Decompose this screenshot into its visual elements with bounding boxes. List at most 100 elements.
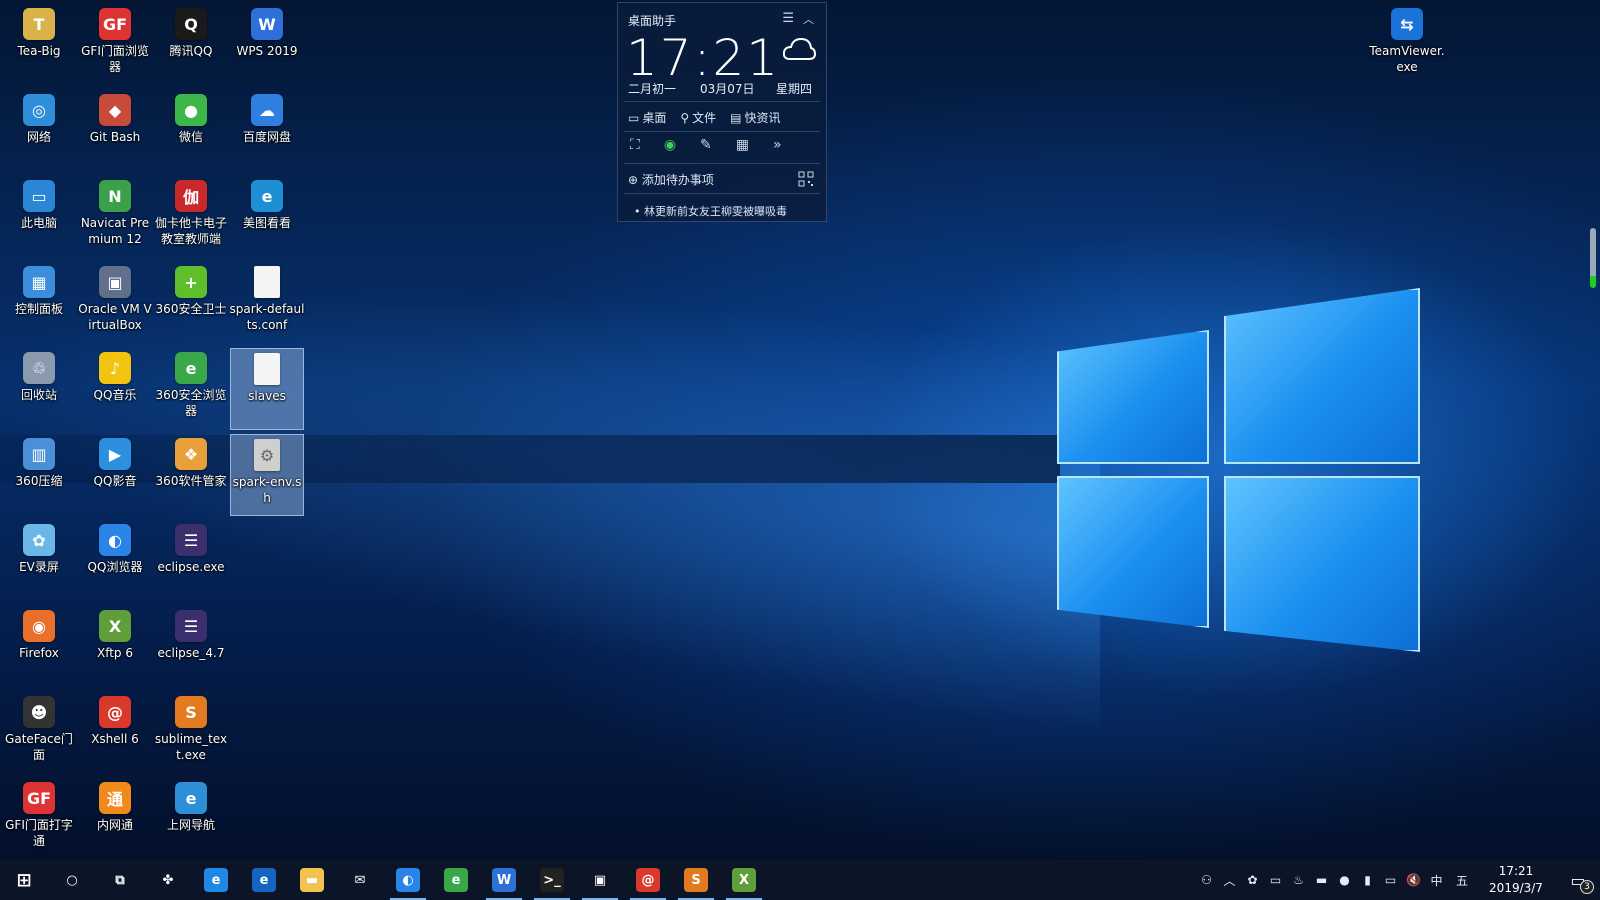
desktop-icon[interactable]: ◎ 网络 <box>2 90 76 172</box>
widget-tab-news[interactable]: ▤ 快资讯 <box>730 109 780 126</box>
desktop-icon[interactable]: GF GFI门面打字通 <box>2 778 76 860</box>
more-chevron-icon[interactable]: » <box>773 137 782 153</box>
edit-note-icon[interactable]: ✎ <box>700 137 712 153</box>
tray-icon-group: ⚇ ︿ ✿ ▭ ♨ ▬ ● ▮ ▭ 🔇 <box>1195 860 1425 900</box>
taskbar-app-virtualbox[interactable]: ▣ <box>576 860 624 900</box>
taskbar-app-ie[interactable]: e <box>192 860 240 900</box>
desktop-icon-label: Firefox <box>19 646 59 660</box>
jiajia-classroom-icon: 伽 <box>175 180 207 212</box>
desktop-icon[interactable]: ❖ 360软件管家 <box>154 434 228 516</box>
widget-tab-desktop[interactable]: ▭ 桌面 <box>628 109 666 126</box>
360-software-icon: ❖ <box>175 438 207 470</box>
desktop-icon[interactable]: GF GFI门面浏览器 <box>78 4 152 86</box>
battery-icon[interactable]: ▮ <box>1356 860 1379 900</box>
desktop-icon[interactable]: T Tea-Big <box>2 4 76 86</box>
gf-typing-icon: GF <box>23 782 55 814</box>
desktop-icon[interactable]: ☁ 百度网盘 <box>230 90 304 172</box>
desktop-icon[interactable]: @ Xshell 6 <box>78 692 152 774</box>
eye-icon[interactable]: ◉ <box>664 137 676 153</box>
desktop-icon[interactable]: 伽伽卡他卡电子教室教师端 <box>154 176 228 258</box>
desktop-icon[interactable]: ▥ 360压缩 <box>2 434 76 516</box>
crop-icon[interactable]: ⛶ <box>630 137 640 153</box>
keyboard-icon[interactable]: ▭ <box>1264 860 1287 900</box>
widget-tab-files[interactable]: ⚲ 文件 <box>680 109 716 126</box>
ime-mode-indicator[interactable]: 五 <box>1448 860 1476 900</box>
cloud-icon[interactable] <box>782 35 816 63</box>
desktop-icon[interactable]: ☰ eclipse.exe <box>154 520 228 602</box>
network-icon[interactable]: ▭ <box>1379 860 1402 900</box>
desktop-icon-label: QQ浏览器 <box>87 560 143 574</box>
taskbar-app-sublime[interactable]: S <box>672 860 720 900</box>
taskbar-app-terminal[interactable]: >_ <box>528 860 576 900</box>
desktop-icon[interactable]: ◉ Firefox <box>2 606 76 688</box>
desktop-icon[interactable]: ♪ QQ音乐 <box>78 348 152 430</box>
web-nav-icon: e <box>175 782 207 814</box>
desktop-icon[interactable]: 通内网通 <box>78 778 152 860</box>
desktop-icon[interactable]: Q 腾讯QQ <box>154 4 228 86</box>
taskbar-app-xshell[interactable]: @ <box>624 860 672 900</box>
desktop-icon[interactable]: ▶ QQ影音 <box>78 434 152 516</box>
ime-indicator[interactable]: 中 <box>1425 860 1448 900</box>
chevron-up-icon[interactable]: ︿ <box>803 11 814 27</box>
desktop-icon[interactable]: e 上网导航 <box>154 778 228 860</box>
taskbar-app-qq-browser-icon: ◐ <box>396 868 420 892</box>
taskbar-app-qq-browser[interactable]: ◐ <box>384 860 432 900</box>
chevron-up-icon[interactable]: ︿ <box>1218 860 1241 900</box>
desktop-icon[interactable]: ♲ 回收站 <box>2 348 76 430</box>
desktop-icon[interactable]: ☻ GateFace门面 <box>2 692 76 774</box>
taskbar-clock[interactable]: 17:21 2019/3/7 <box>1476 863 1556 897</box>
360-guard-icon: + <box>175 266 207 298</box>
calculator-icon[interactable]: ▦ <box>736 137 749 153</box>
desktop-icon-label: EV录屏 <box>19 560 59 574</box>
cortana-search-button[interactable]: ○ <box>48 860 96 900</box>
action-center-button[interactable]: ▭ 3 <box>1556 860 1600 900</box>
taskbar-app-wps[interactable]: W <box>480 860 528 900</box>
desktop-icon[interactable]: ☰ eclipse_4.7 <box>154 606 228 688</box>
desktop-icon[interactable]: ⚙ spark-env.sh <box>230 434 304 516</box>
taskbar-app-explorer[interactable]: ▬ <box>288 860 336 900</box>
desktop-icon[interactable]: +360安全卫士 <box>154 262 228 344</box>
taskbar-app-xftp[interactable]: X <box>720 860 768 900</box>
desktop-icon[interactable]: X Xftp 6 <box>78 606 152 688</box>
volume-mute-icon[interactable]: 🔇 <box>1402 860 1425 900</box>
taskbar-app-sublime-icon: S <box>684 868 708 892</box>
desktop-icon[interactable]: ⇆ TeamViewer.exe <box>1369 4 1445 86</box>
desktop-icon[interactable]: ● 微信 <box>154 90 228 172</box>
desktop-icon[interactable]: e 360安全浏览器 <box>154 348 228 430</box>
desktop-icon-label: 回收站 <box>20 388 57 402</box>
desktop-icon[interactable]: ◆ Git Bash <box>78 90 152 172</box>
taskbar-app-mail[interactable]: ✉ <box>336 860 384 900</box>
360-icon[interactable]: ● <box>1333 860 1356 900</box>
tray-app-icon[interactable]: ♨ <box>1287 860 1310 900</box>
start-button[interactable]: ⊞ <box>0 860 48 900</box>
desktop-icon[interactable]: Ssublime_text.exe <box>154 692 228 774</box>
flower-icon[interactable]: ✿ <box>1241 860 1264 900</box>
desktop-icon-label: Xftp 6 <box>96 646 133 660</box>
desktop-icon[interactable]: N Navicat Premium 12 <box>78 176 152 258</box>
desktop[interactable]: T Tea-Big GF GFI门面浏览器 Q 腾讯QQ W WPS 2019 ◎ 网络 ◆ Git … <box>0 0 1600 860</box>
desktop-icon[interactable]: slaves <box>230 348 304 430</box>
desktop-icon[interactable]: ▦ 控制面板 <box>2 262 76 344</box>
display-icon[interactable]: ▬ <box>1310 860 1333 900</box>
taskbar-app-360-browser[interactable]: e <box>432 860 480 900</box>
qr-code-icon[interactable] <box>798 171 814 187</box>
desktop-icon[interactable]: W WPS 2019 <box>230 4 304 86</box>
desktop-icon[interactable]: ✿ EV录屏 <box>2 520 76 602</box>
people-icon[interactable]: ⚇ <box>1195 860 1218 900</box>
taskbar-app-virtualbox-icon: ▣ <box>593 872 607 888</box>
add-todo-button[interactable]: ⊕ 添加待办事项 <box>628 171 714 188</box>
desktop-icon-label: 控制面板 <box>14 302 63 316</box>
taskbar-app-scatter[interactable]: ✤ <box>144 860 192 900</box>
desktop-icon[interactable]: ◐ QQ浏览器 <box>78 520 152 602</box>
hamburger-icon[interactable]: ☰ <box>782 11 794 26</box>
task-view-button[interactable]: ⧉ <box>96 860 144 900</box>
taskbar-app-edge[interactable]: e <box>240 860 288 900</box>
desktop-icon[interactable]: spark-defaults.conf <box>230 262 304 344</box>
desktop-icon-label: sublime_text.exe <box>154 732 228 762</box>
news-icon: ▤ <box>730 110 742 125</box>
desktop-icon[interactable]: ▭ 此电脑 <box>2 176 76 258</box>
widget-news-item[interactable]: • 林更新前女友王柳雯被曝吸毒 <box>634 203 787 219</box>
desktop-icon[interactable]: e 美图看看 <box>230 176 304 258</box>
desktop-icon[interactable]: ▣ Oracle VM VirtualBox <box>78 262 152 344</box>
edge-scrollbar[interactable] <box>1590 228 1596 288</box>
